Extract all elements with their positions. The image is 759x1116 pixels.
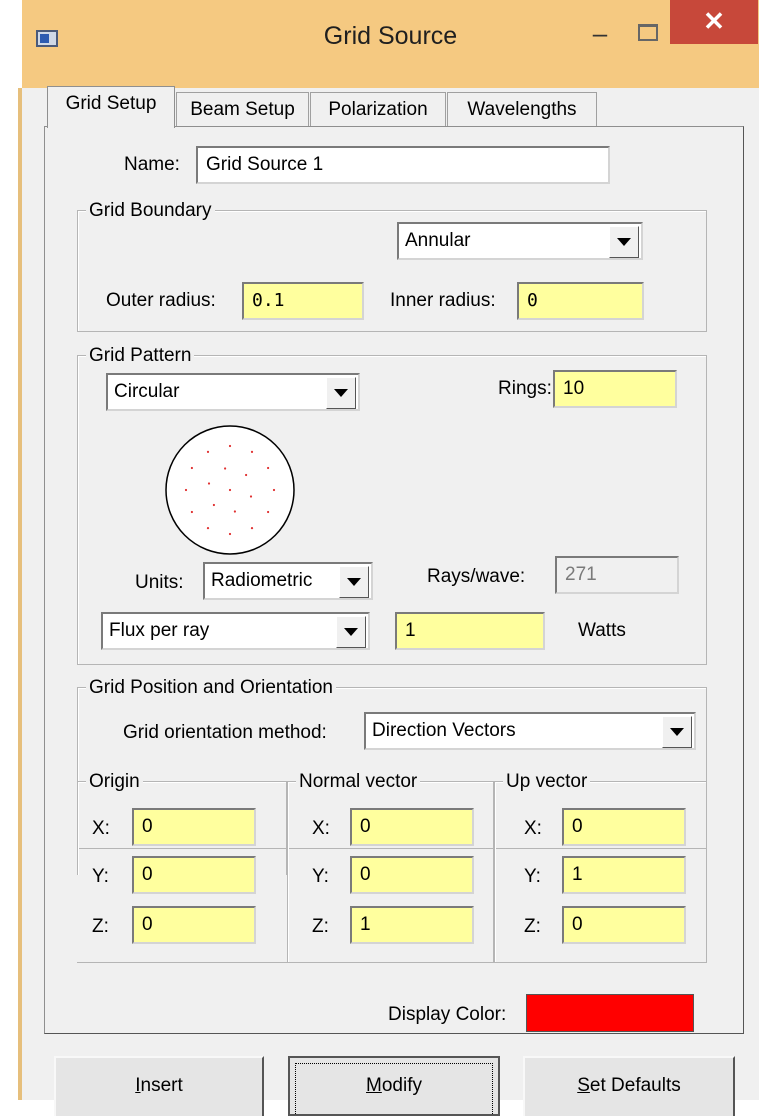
- pattern-select[interactable]: Circular: [106, 373, 360, 411]
- rings-label: Rings:: [498, 378, 552, 399]
- name-input[interactable]: Grid Source 1: [196, 146, 610, 184]
- grid-position-bottom-border: [77, 962, 707, 963]
- chevron-down-icon[interactable]: [662, 716, 692, 748]
- tab-polarization[interactable]: Polarization: [310, 92, 446, 128]
- up-vector-title: Up vector: [503, 771, 591, 793]
- preview-dot: [190, 466, 193, 470]
- chevron-down-icon[interactable]: [326, 377, 356, 409]
- display-color-label: Display Color:: [388, 1004, 507, 1025]
- origin-y-label: Y:: [92, 866, 109, 887]
- rays-per-wave-label: Rays/wave:: [427, 566, 526, 587]
- modify-label: odify: [381, 1075, 422, 1096]
- preview-dot: [250, 450, 254, 453]
- preview-dot: [250, 527, 254, 530]
- preview-dot: [212, 503, 215, 507]
- set-defaults-button[interactable]: Set Defaults: [523, 1056, 735, 1116]
- preview-dot: [228, 532, 232, 536]
- preview-dot: [207, 482, 211, 485]
- grid-position-title: Grid Position and Orientation: [86, 677, 336, 699]
- normal-y-label: Y:: [312, 866, 329, 887]
- maximize-button[interactable]: [626, 14, 668, 50]
- units-select[interactable]: Radiometric: [203, 562, 373, 600]
- preview-dot: [245, 473, 248, 477]
- rings-input[interactable]: 10: [553, 370, 677, 408]
- normal-y-input[interactable]: 0: [350, 856, 474, 894]
- boundary-shape-select[interactable]: Annular: [397, 222, 643, 260]
- display-color-swatch[interactable]: [526, 994, 694, 1032]
- flux-mode-select[interactable]: Flux per ray: [101, 612, 370, 650]
- orientation-method-value: Direction Vectors: [372, 720, 516, 741]
- grid-boundary-title: Grid Boundary: [86, 200, 215, 222]
- tab-grid-setup[interactable]: Grid Setup: [47, 86, 175, 128]
- chevron-down-icon[interactable]: [609, 226, 639, 258]
- inner-radius-input[interactable]: 0: [517, 282, 644, 320]
- up-x-input[interactable]: 0: [562, 808, 686, 846]
- normal-x-input[interactable]: 0: [350, 808, 474, 846]
- chevron-down-icon[interactable]: [336, 616, 366, 648]
- normal-x-label: X:: [312, 818, 330, 839]
- flux-value-input[interactable]: 1: [395, 612, 545, 650]
- minimize-button[interactable]: –: [578, 18, 622, 54]
- set-defaults-mnemonic: S: [577, 1075, 590, 1096]
- boundary-shape-value: Annular: [405, 230, 471, 251]
- normal-vector-title: Normal vector: [296, 771, 421, 793]
- insert-label: nsert: [140, 1075, 183, 1096]
- inner-radius-label: Inner radius:: [390, 290, 496, 311]
- origin-x-label: X:: [92, 818, 110, 839]
- outer-radius-input[interactable]: 0.1: [242, 282, 364, 320]
- flux-unit-label: Watts: [578, 620, 626, 641]
- outer-radius-label: Outer radius:: [106, 290, 216, 311]
- preview-dot: [272, 488, 276, 492]
- preview-dot: [228, 444, 232, 448]
- rays-per-wave-field: 271: [555, 556, 679, 594]
- tab-beam-setup[interactable]: Beam Setup: [176, 92, 309, 128]
- name-label: Name:: [124, 154, 180, 175]
- preview-dot: [249, 495, 253, 498]
- insert-button[interactable]: Insert: [54, 1056, 264, 1116]
- grid-pattern-preview: [165, 425, 295, 555]
- up-z-label: Z:: [524, 916, 541, 937]
- units-label: Units:: [135, 572, 184, 593]
- up-y-input[interactable]: 1: [562, 856, 686, 894]
- origin-x-input[interactable]: 0: [132, 808, 256, 846]
- orientation-method-label: Grid orientation method:: [123, 722, 327, 743]
- origin-title: Origin: [86, 771, 143, 793]
- preview-dot: [190, 510, 193, 514]
- flux-mode-value: Flux per ray: [109, 620, 210, 641]
- preview-dot: [233, 510, 236, 513]
- preview-dot: [224, 467, 227, 470]
- preview-dot: [267, 510, 270, 514]
- tab-wavelengths[interactable]: Wavelengths: [447, 92, 597, 128]
- units-value: Radiometric: [211, 570, 313, 591]
- preview-dot: [206, 527, 210, 530]
- modify-mnemonic: M: [366, 1075, 382, 1096]
- chevron-down-icon[interactable]: [339, 566, 369, 598]
- origin-z-input[interactable]: 0: [132, 906, 256, 944]
- origin-y-input[interactable]: 0: [132, 856, 256, 894]
- grid-pattern-title: Grid Pattern: [86, 345, 195, 367]
- up-z-input[interactable]: 0: [562, 906, 686, 944]
- normal-z-label: Z:: [312, 916, 329, 937]
- orientation-method-select[interactable]: Direction Vectors: [364, 712, 696, 750]
- preview-dot: [267, 466, 270, 470]
- origin-z-label: Z:: [92, 916, 109, 937]
- up-y-label: Y:: [524, 866, 541, 887]
- close-button[interactable]: ✕: [670, 0, 758, 44]
- preview-dot: [228, 488, 232, 492]
- modify-button[interactable]: Modify: [288, 1056, 500, 1116]
- preview-dot: [206, 450, 210, 453]
- title-bar[interactable]: Grid Source – ✕: [22, 0, 759, 88]
- normal-z-input[interactable]: 1: [350, 906, 474, 944]
- preview-dot: [184, 488, 188, 492]
- up-x-label: X:: [524, 818, 542, 839]
- set-defaults-label: et Defaults: [589, 1075, 681, 1096]
- pattern-value: Circular: [114, 381, 180, 402]
